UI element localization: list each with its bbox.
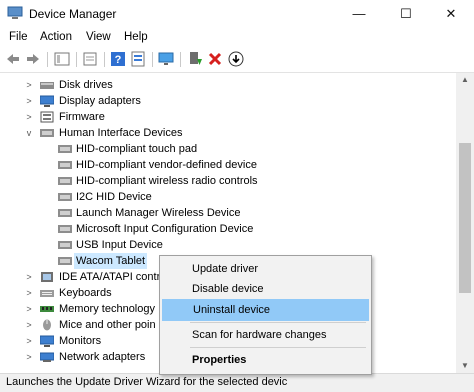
properties-icon[interactable] (54, 51, 70, 67)
tree-item-label: I2C HID Device (76, 191, 152, 203)
chevron-right-icon[interactable]: > (24, 77, 34, 93)
tree-item-hid-device[interactable]: USB Input Device (0, 237, 456, 253)
menu-separator (190, 347, 366, 348)
menu-separator (190, 322, 366, 323)
download-icon[interactable] (228, 51, 244, 67)
tree-item-hid-device[interactable]: HID-compliant touch pad (0, 141, 456, 157)
tree-item-label: Disk drives (59, 79, 113, 91)
toolbar: ? (0, 48, 474, 73)
menu-item-uninstall-device[interactable]: Uninstall device (162, 299, 369, 321)
status-text: Launches the Update Driver Wizard for th… (6, 376, 288, 388)
tree-item-label: Launch Manager Wireless Device (76, 207, 241, 219)
tree-item-hid-device[interactable]: HID-compliant wireless radio controls (0, 173, 456, 189)
tree-item-disk-drives[interactable]: > Disk drives (0, 77, 456, 93)
toolbar-separator (47, 52, 48, 67)
tree-item-label: Display adapters (59, 95, 141, 107)
chevron-right-icon[interactable]: > (24, 285, 34, 301)
chevron-right-icon[interactable]: > (24, 93, 34, 109)
context-menu: Update driver Disable device Uninstall d… (159, 255, 372, 375)
menu-bar: File Action View Help (0, 28, 474, 48)
keyboard-icon (40, 290, 54, 297)
hid-device-icon (58, 257, 72, 265)
tree-item-label: HID-compliant vendor-defined device (76, 159, 257, 171)
memory-icon (40, 306, 54, 312)
toolbar-separator (152, 52, 153, 67)
hid-device-icon (58, 177, 72, 185)
tree-item-label: HID-compliant wireless radio controls (76, 175, 258, 187)
menu-item-update-driver[interactable]: Update driver (162, 259, 367, 279)
chevron-right-icon[interactable]: > (24, 333, 34, 349)
menu-view[interactable]: View (86, 31, 111, 43)
menu-action[interactable]: Action (40, 31, 72, 43)
menu-help[interactable]: Help (124, 31, 148, 43)
monitor-icon (40, 335, 54, 347)
chevron-right-icon[interactable]: > (24, 269, 34, 285)
status-bar: Launches the Update Driver Wizard for th… (0, 373, 474, 392)
tree-item-label: HID-compliant touch pad (76, 143, 198, 155)
computer-icon[interactable] (158, 51, 174, 67)
scroll-down-icon[interactable]: ▼ (456, 359, 474, 373)
chevron-right-icon[interactable]: > (24, 349, 34, 365)
tree-item-label: Memory technology (59, 303, 155, 315)
network-adapter-icon (40, 352, 54, 362)
tree-item-label: Mice and other poin (59, 319, 156, 331)
ide-controller-icon (41, 272, 53, 282)
menu-item-disable-device[interactable]: Disable device (162, 279, 367, 299)
chevron-right-icon[interactable]: > (24, 109, 34, 125)
tree-item-label: Microsoft Input Configuration Device (76, 223, 254, 235)
menu-item-scan-hardware[interactable]: Scan for hardware changes (162, 325, 367, 345)
window-title: Device Manager (29, 7, 117, 21)
device-manager-icon (7, 6, 23, 19)
hid-device-icon (58, 225, 72, 233)
tree-item-firmware[interactable]: > Firmware (0, 109, 456, 125)
tree-item-hid-device[interactable]: Microsoft Input Configuration Device (0, 221, 456, 237)
chevron-right-icon[interactable]: > (24, 317, 34, 333)
close-button[interactable]: ✕ (428, 0, 474, 28)
device-props-icon[interactable] (130, 51, 146, 67)
tree-item-label: USB Input Device (76, 239, 163, 251)
uninstall-icon[interactable] (207, 51, 223, 67)
toolbar-separator (104, 52, 105, 67)
tree-item-label: Keyboards (59, 287, 112, 299)
tree-item-label: IDE ATA/ATAPI contro (59, 271, 167, 283)
mouse-icon (43, 319, 51, 331)
tree-item-label: Firmware (59, 111, 105, 123)
tree-item-human-interface-devices[interactable]: v Human Interface Devices (0, 125, 456, 141)
hid-icon (40, 129, 54, 137)
chevron-down-icon[interactable]: v (24, 125, 34, 141)
hid-device-icon (58, 209, 72, 217)
chevron-right-icon[interactable]: > (24, 301, 34, 317)
help-icon[interactable]: ? (110, 51, 126, 67)
display-adapter-icon (40, 95, 54, 107)
disk-drive-icon (40, 82, 54, 89)
menu-item-properties[interactable]: Properties (162, 350, 367, 370)
maximize-button[interactable]: ☐ (383, 0, 429, 28)
firmware-icon (40, 111, 54, 123)
hid-device-icon (58, 193, 72, 201)
svg-text:?: ? (115, 54, 122, 66)
scroll-up-icon[interactable]: ▲ (456, 73, 474, 87)
update-driver-icon[interactable] (187, 51, 203, 67)
tree-item-label: Human Interface Devices (59, 127, 183, 139)
title-bar: Device Manager — ☐ ✕ (0, 0, 474, 28)
hid-device-icon (58, 145, 72, 153)
tree-item-label: Monitors (59, 335, 102, 347)
tree-item-display-adapters[interactable]: > Display adapters (0, 93, 456, 109)
tree-item-label: Network adapters (59, 351, 146, 363)
menu-file[interactable]: File (9, 31, 28, 43)
vertical-scrollbar[interactable]: ▲ ▼ (456, 73, 474, 373)
tree-item-hid-device[interactable]: Launch Manager Wireless Device (0, 205, 456, 221)
tree-item-hid-device[interactable]: I2C HID Device (0, 189, 456, 205)
toolbar-separator (180, 52, 181, 67)
tree-item-hid-device[interactable]: HID-compliant vendor-defined device (0, 157, 456, 173)
minimize-button[interactable]: — (336, 0, 382, 28)
refresh-icon[interactable] (82, 51, 98, 67)
hid-device-icon (58, 241, 72, 249)
tree-item-label: Wacom Tablet (74, 253, 148, 269)
back-icon[interactable] (5, 51, 21, 67)
toolbar-separator (76, 52, 77, 67)
hid-device-icon (58, 161, 72, 169)
forward-icon[interactable] (25, 51, 41, 67)
scroll-thumb[interactable] (459, 143, 471, 293)
